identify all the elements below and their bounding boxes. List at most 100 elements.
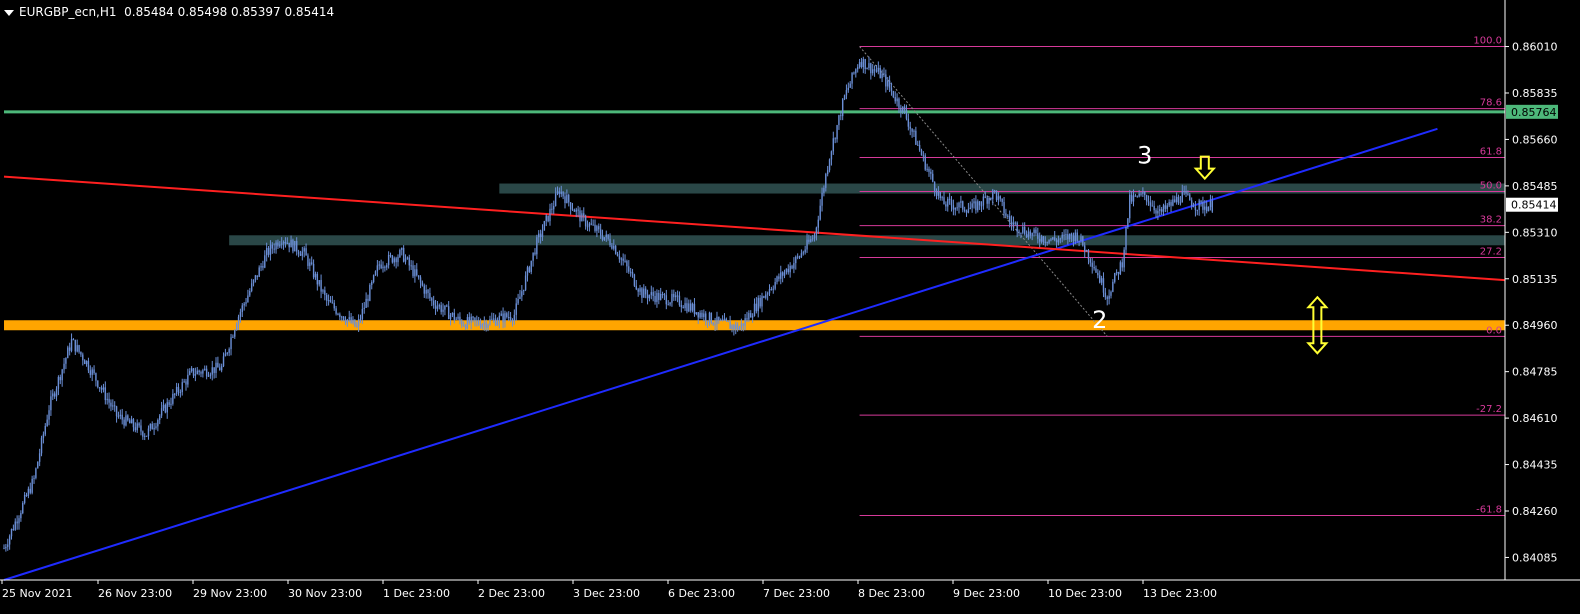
candle-body [560,191,562,195]
candle [577,205,579,217]
chart-window[interactable]: 100.0 78.6 61.8 50.0 38.2 27.2 0.0 -27.2 -61.8 1… [0,0,1580,610]
candle [774,277,776,291]
candle [414,265,416,283]
candle-body [817,219,819,228]
candle [924,153,926,171]
candle [82,352,84,366]
fib-level-label: -27.2 [1476,404,1502,415]
candle [27,486,30,499]
candle-body [138,423,140,426]
candle-body [472,316,474,318]
candle-body [496,321,499,326]
candle-body [1114,272,1116,282]
candle-body [969,207,971,210]
candle-body [446,305,448,307]
candle-body [314,273,317,278]
candle-body [766,293,769,295]
candle [294,240,296,252]
candle [815,226,818,241]
candle-body [999,196,1001,199]
candle-body [447,306,450,320]
candle [324,286,326,301]
candle-body [883,73,885,75]
candle [378,260,380,270]
candle-body [744,318,746,326]
candle [145,435,148,437]
candle [1174,195,1176,203]
candle-body [804,249,806,253]
candle [933,181,936,197]
candle-body [492,318,495,320]
candle [648,294,651,302]
candle [926,163,928,172]
candle [207,371,210,377]
candle-body [183,381,185,383]
upper-zone[interactable] [499,183,1506,194]
candle-body [399,249,401,258]
candle-body [1144,191,1146,196]
candle-body [868,63,870,69]
candle [584,214,587,230]
candle-body [113,405,116,407]
candle [434,299,437,315]
candle-body [710,312,713,324]
candle-body [941,197,943,199]
time-tick-label: 29 Nov 23:00 [193,587,267,600]
candle [159,414,161,425]
candle [1200,200,1202,207]
candle [866,67,868,70]
candle [1185,185,1187,198]
candle [50,390,52,416]
candle [757,295,759,318]
candle-body [1003,202,1005,214]
candle [828,158,831,173]
candle-body [748,313,750,320]
candle [1042,235,1045,246]
candle-body [896,98,898,102]
candle-body [543,221,546,231]
candle-body [729,321,731,329]
triangle-down-icon[interactable] [4,9,14,16]
fib-level-label: 50.0 [1480,180,1502,191]
candle [586,220,589,232]
candle [753,298,756,317]
candle [198,369,200,376]
candle [836,124,838,143]
candle-body [517,298,519,304]
candle [224,348,227,357]
candle [851,72,853,89]
candle [286,237,289,245]
candle-body [256,275,258,277]
price-tick-label: 0.84610 [1512,412,1558,425]
candle [112,399,114,411]
candle [1205,200,1208,214]
candle [446,304,448,308]
candle [447,301,450,320]
candle-body [783,272,786,276]
candle-body [853,72,855,74]
candle-body [136,423,138,431]
candle-body [551,208,553,210]
candle [449,313,452,326]
candle-body [337,313,339,315]
candle [710,312,713,325]
candle [419,275,422,289]
candle-body [887,80,889,87]
candle [76,339,78,353]
candle [853,71,855,75]
candle [523,289,525,296]
candle [862,56,865,74]
candle [311,256,313,266]
candle [686,297,688,314]
candle-body [515,303,517,315]
candle [705,311,707,326]
candle-body [686,303,688,312]
candle-body [832,138,835,152]
candle [661,291,664,299]
candle [1031,232,1033,241]
candle [674,291,677,301]
candle-body [320,280,322,292]
candle [990,197,992,201]
candle-body [1023,226,1026,235]
price-chart[interactable]: 100.0 78.6 61.8 50.0 38.2 27.2 0.0 -27.2 -61.8 1… [0,0,1580,610]
